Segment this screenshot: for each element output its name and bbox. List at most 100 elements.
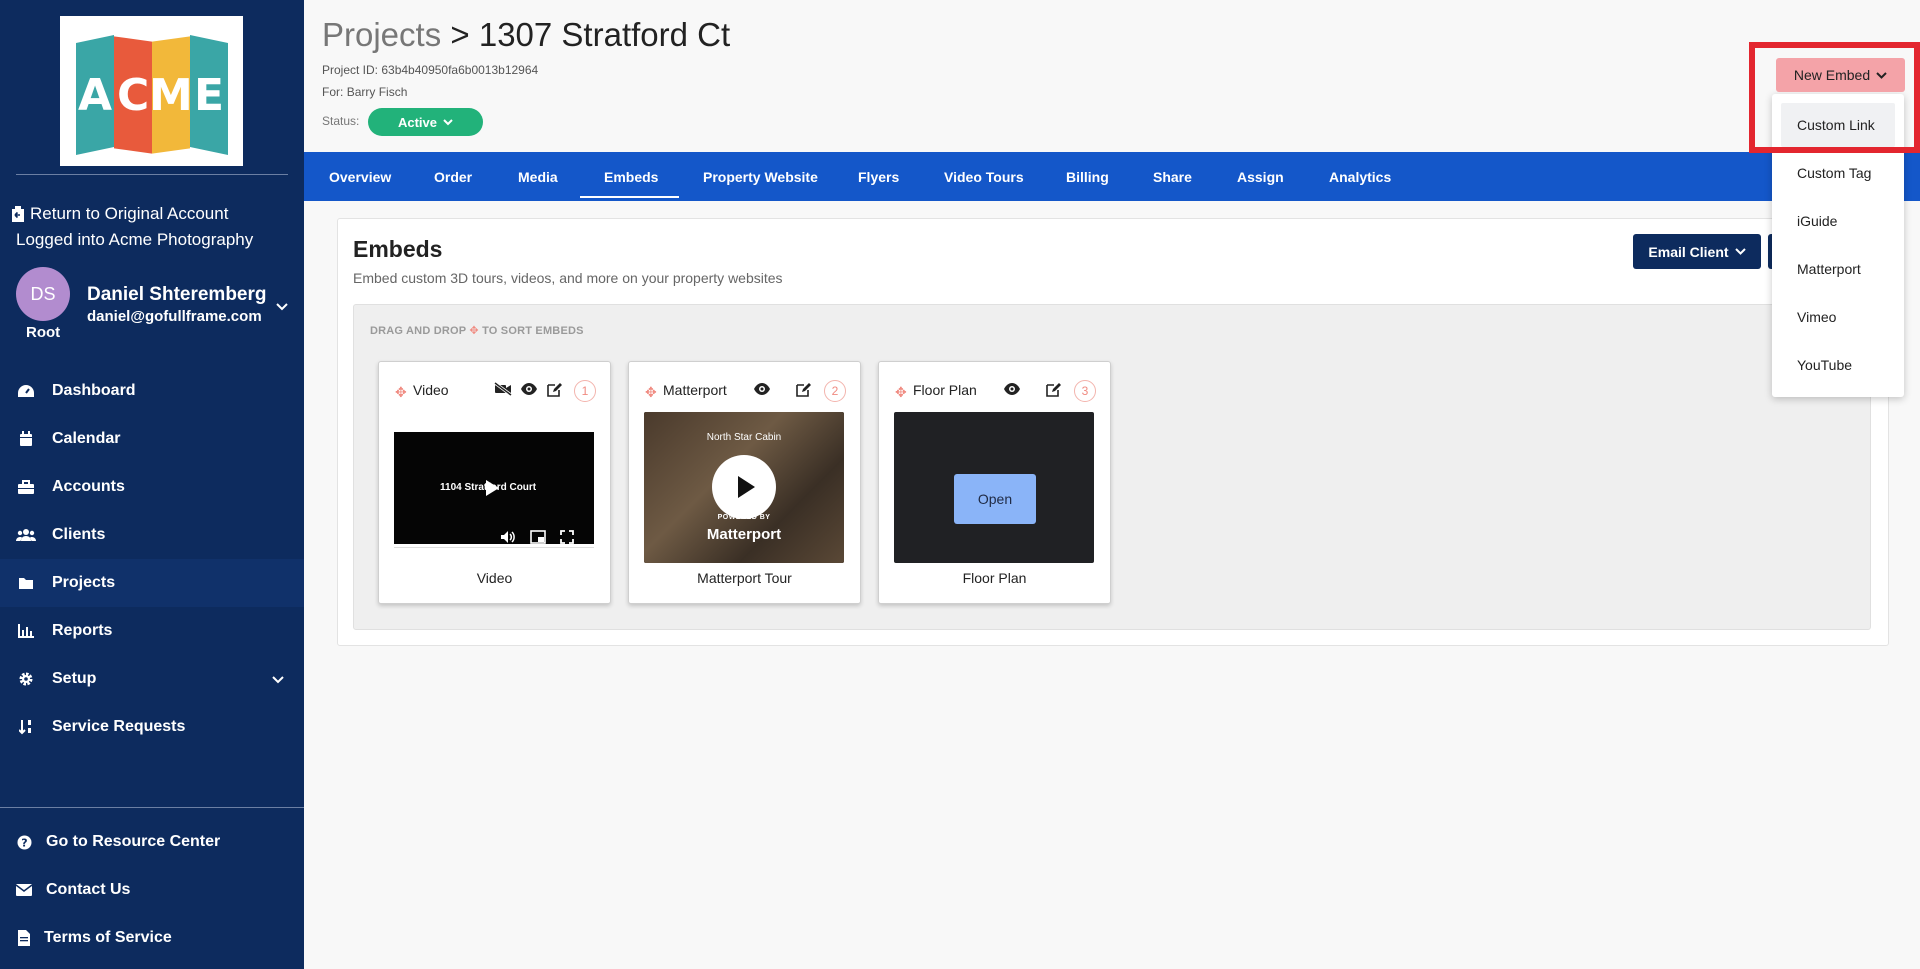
embed-card-matterport[interactable]: ✥ Matterport 2 North Star Cabin POWERED …: [628, 361, 861, 604]
embed-caption: Matterport Tour: [697, 570, 792, 586]
tab-media[interactable]: Media: [518, 152, 558, 201]
embed-title: Floor Plan: [913, 382, 977, 398]
sidebar-item-calendar[interactable]: Calendar: [16, 424, 296, 454]
matterport-thumbnail[interactable]: North Star Cabin POWERED BY Matterport: [644, 412, 844, 563]
project-for-label: For:: [322, 85, 344, 99]
eye-icon[interactable]: [1003, 382, 1021, 396]
embed-actions: [1003, 382, 1061, 398]
video-off-icon[interactable]: [494, 382, 512, 396]
status-label: Status:: [322, 114, 360, 128]
fullscreen-icon[interactable]: [560, 530, 574, 544]
sidebar-footer-divider: [0, 807, 304, 808]
avatar[interactable]: DS: [16, 267, 70, 321]
tab-billing[interactable]: Billing: [1066, 152, 1109, 201]
edit-icon[interactable]: [795, 382, 811, 398]
document-icon: [14, 930, 34, 946]
tab-overview[interactable]: Overview: [329, 152, 391, 201]
section-title: Embeds: [353, 236, 443, 262]
embed-card-floor-plan[interactable]: ✥ Floor Plan 3 Open Floor Plan: [878, 361, 1111, 604]
embed-card-video[interactable]: ✥ Video 1 1104 Stratford Court Video: [378, 361, 611, 604]
section-subtitle: Embed custom 3D tours, videos, and more …: [353, 270, 783, 286]
sidebar-item-setup[interactable]: Setup: [16, 664, 296, 694]
tab-analytics[interactable]: Analytics: [1329, 152, 1391, 201]
status-dropdown[interactable]: Active: [368, 108, 483, 136]
sidebar-item-label: Service Requests: [52, 718, 186, 735]
tab-flyers[interactable]: Flyers: [858, 152, 899, 201]
eye-icon[interactable]: [520, 382, 538, 396]
sidebar-item-projects[interactable]: Projects: [16, 568, 296, 598]
menu-item-custom-tag[interactable]: Custom Tag: [1781, 151, 1895, 195]
acme-logo[interactable]: A C M E: [60, 16, 243, 166]
picture-in-picture-icon[interactable]: [530, 530, 546, 544]
sidebar-item-label: Terms of Service: [44, 929, 172, 946]
menu-item-vimeo[interactable]: Vimeo: [1781, 295, 1895, 339]
logo-panels: A C M E: [75, 31, 228, 156]
menu-item-youtube[interactable]: YouTube: [1781, 343, 1895, 387]
matterport-logo: Matterport: [706, 526, 782, 543]
project-id-value: 63b4b40950fa6b0013b12964: [381, 63, 539, 77]
video-player[interactable]: 1104 Stratford Court: [394, 432, 594, 544]
menu-item-iguide[interactable]: iGuide: [1781, 199, 1895, 243]
menu-item-matterport[interactable]: Matterport: [1781, 247, 1895, 291]
user-name: Daniel Shteremberg: [87, 284, 267, 305]
play-icon[interactable]: [712, 455, 776, 519]
chevron-down-icon[interactable]: [276, 298, 288, 314]
video-controls: [500, 530, 574, 544]
logo-panel-e: E: [189, 34, 228, 156]
logo-panel-m: M: [149, 36, 192, 154]
drag-handle-icon[interactable]: ✥: [895, 384, 907, 401]
user-email: daniel@gofullframe.com: [87, 308, 262, 325]
sidebar-item-dashboard[interactable]: Dashboard: [16, 376, 296, 406]
edit-icon[interactable]: [1045, 382, 1061, 398]
drag-handle-icon[interactable]: ✥: [645, 384, 657, 401]
matterport-powered-by: POWERED BY: [717, 514, 771, 521]
volume-icon[interactable]: [500, 530, 516, 544]
play-icon[interactable]: [486, 480, 499, 496]
drag-handle-icon[interactable]: ✥: [395, 384, 407, 401]
sidebar-item-service-requests[interactable]: Service Requests: [16, 712, 296, 742]
tab-embeds[interactable]: Embeds: [604, 152, 658, 201]
sidebar-item-accounts[interactable]: Accounts: [16, 472, 296, 502]
embed-order-number: 1: [574, 380, 596, 402]
sidebar-item-terms[interactable]: Terms of Service: [14, 923, 294, 953]
embed-caption: Video: [476, 570, 513, 586]
tab-property-website[interactable]: Property Website: [703, 152, 818, 201]
sort-hint-after: TO SORT EMBEDS: [482, 325, 584, 337]
matterport-heading: North Star Cabin: [706, 432, 782, 443]
briefcase-icon: [16, 479, 36, 495]
logo-panel-c: C: [113, 36, 152, 154]
envelope-icon: [14, 882, 34, 898]
embed-title: Matterport: [663, 382, 727, 398]
sidebar-item-clients[interactable]: Clients: [16, 520, 296, 550]
open-floor-plan-button[interactable]: Open: [954, 474, 1036, 524]
sidebar-item-reports[interactable]: Reports: [16, 616, 296, 646]
chevron-down-icon: [443, 118, 453, 125]
tab-share[interactable]: Share: [1153, 152, 1192, 201]
sidebar-item-label: Projects: [52, 574, 116, 591]
tab-order[interactable]: Order: [434, 152, 472, 201]
tab-assign[interactable]: Assign: [1237, 152, 1284, 201]
tab-video-tours[interactable]: Video Tours: [944, 152, 1024, 201]
breadcrumb-current: 1307 Stratford Ct: [478, 16, 731, 53]
embed-order-number: 2: [824, 380, 846, 402]
svg-text:?: ?: [21, 836, 27, 849]
sidebar-divider: [16, 174, 288, 175]
return-link-label: Return to Original Account: [30, 204, 229, 223]
calendar-icon: [16, 431, 36, 447]
eye-icon[interactable]: [753, 382, 771, 396]
edit-icon[interactable]: [546, 382, 562, 398]
email-client-button[interactable]: Email Client: [1633, 234, 1761, 269]
logo-panel-a: A: [75, 34, 114, 156]
logo-letter: C: [116, 69, 149, 121]
project-for-row: For: Barry Fisch: [322, 85, 407, 99]
sidebar-item-contact-us[interactable]: Contact Us: [14, 875, 294, 905]
sidebar-item-label: Setup: [52, 670, 97, 687]
video-thumbnail[interactable]: 1104 Stratford Court: [394, 412, 594, 563]
move-icon: ✥: [469, 325, 479, 337]
sidebar-item-label: Go to Resource Center: [46, 833, 221, 850]
breadcrumb-projects-link[interactable]: Projects: [322, 16, 441, 53]
return-to-original-account-link[interactable]: Return to Original Account: [10, 204, 228, 224]
sidebar-item-resource-center[interactable]: ? Go to Resource Center: [14, 827, 294, 857]
embed-actions: [494, 382, 562, 398]
sidebar-item-label: Contact Us: [46, 881, 131, 898]
